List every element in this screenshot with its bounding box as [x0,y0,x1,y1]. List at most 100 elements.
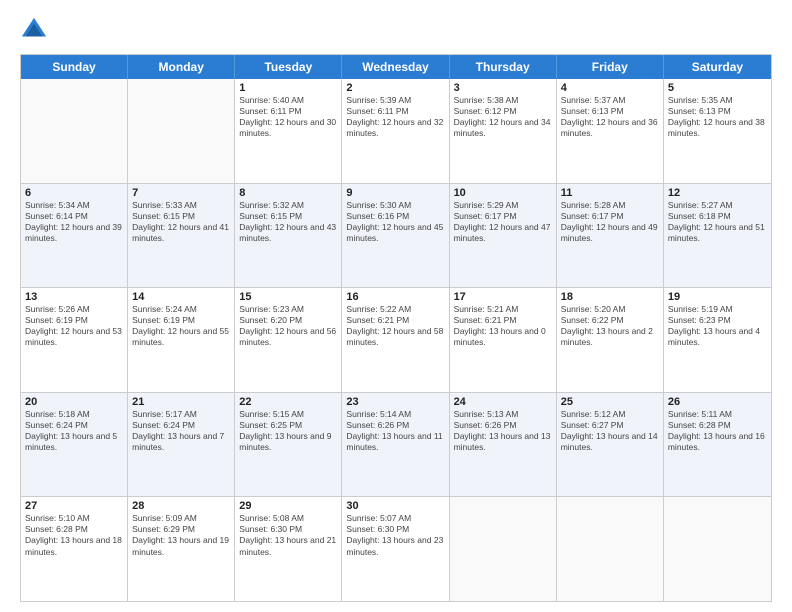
day-number: 5 [668,82,767,94]
day-number: 27 [25,500,123,512]
day-cell-6: 6Sunrise: 5:34 AM Sunset: 6:14 PM Daylig… [21,184,128,288]
day-info: Sunrise: 5:37 AM Sunset: 6:13 PM Dayligh… [561,95,659,139]
day-number: 11 [561,187,659,199]
day-info: Sunrise: 5:10 AM Sunset: 6:28 PM Dayligh… [25,513,123,557]
calendar-row-2: 6Sunrise: 5:34 AM Sunset: 6:14 PM Daylig… [21,183,771,288]
day-number: 8 [239,187,337,199]
day-number: 29 [239,500,337,512]
day-cell-19: 19Sunrise: 5:19 AM Sunset: 6:23 PM Dayli… [664,288,771,392]
day-cell-12: 12Sunrise: 5:27 AM Sunset: 6:18 PM Dayli… [664,184,771,288]
header-day-tuesday: Tuesday [235,55,342,79]
page: SundayMondayTuesdayWednesdayThursdayFrid… [0,0,792,612]
day-cell-29: 29Sunrise: 5:08 AM Sunset: 6:30 PM Dayli… [235,497,342,601]
day-cell-27: 27Sunrise: 5:10 AM Sunset: 6:28 PM Dayli… [21,497,128,601]
day-info: Sunrise: 5:18 AM Sunset: 6:24 PM Dayligh… [25,409,123,453]
day-cell-7: 7Sunrise: 5:33 AM Sunset: 6:15 PM Daylig… [128,184,235,288]
day-info: Sunrise: 5:38 AM Sunset: 6:12 PM Dayligh… [454,95,552,139]
calendar-row-4: 20Sunrise: 5:18 AM Sunset: 6:24 PM Dayli… [21,392,771,497]
day-number: 2 [346,82,444,94]
day-number: 7 [132,187,230,199]
day-info: Sunrise: 5:07 AM Sunset: 6:30 PM Dayligh… [346,513,444,557]
header-day-wednesday: Wednesday [342,55,449,79]
header-day-thursday: Thursday [450,55,557,79]
day-cell-13: 13Sunrise: 5:26 AM Sunset: 6:19 PM Dayli… [21,288,128,392]
day-number: 26 [668,396,767,408]
header-day-monday: Monday [128,55,235,79]
day-number: 15 [239,291,337,303]
day-cell-25: 25Sunrise: 5:12 AM Sunset: 6:27 PM Dayli… [557,393,664,497]
day-number: 24 [454,396,552,408]
day-cell-21: 21Sunrise: 5:17 AM Sunset: 6:24 PM Dayli… [128,393,235,497]
day-cell-5: 5Sunrise: 5:35 AM Sunset: 6:13 PM Daylig… [664,79,771,183]
header-day-friday: Friday [557,55,664,79]
day-info: Sunrise: 5:32 AM Sunset: 6:15 PM Dayligh… [239,200,337,244]
day-number: 9 [346,187,444,199]
day-info: Sunrise: 5:35 AM Sunset: 6:13 PM Dayligh… [668,95,767,139]
day-cell-18: 18Sunrise: 5:20 AM Sunset: 6:22 PM Dayli… [557,288,664,392]
day-info: Sunrise: 5:24 AM Sunset: 6:19 PM Dayligh… [132,304,230,348]
day-number: 16 [346,291,444,303]
day-number: 17 [454,291,552,303]
day-info: Sunrise: 5:33 AM Sunset: 6:15 PM Dayligh… [132,200,230,244]
day-number: 25 [561,396,659,408]
day-number: 13 [25,291,123,303]
day-info: Sunrise: 5:13 AM Sunset: 6:26 PM Dayligh… [454,409,552,453]
day-info: Sunrise: 5:27 AM Sunset: 6:18 PM Dayligh… [668,200,767,244]
calendar-row-3: 13Sunrise: 5:26 AM Sunset: 6:19 PM Dayli… [21,287,771,392]
header-day-saturday: Saturday [664,55,771,79]
day-cell-1: 1Sunrise: 5:40 AM Sunset: 6:11 PM Daylig… [235,79,342,183]
day-info: Sunrise: 5:08 AM Sunset: 6:30 PM Dayligh… [239,513,337,557]
day-cell-28: 28Sunrise: 5:09 AM Sunset: 6:29 PM Dayli… [128,497,235,601]
day-info: Sunrise: 5:20 AM Sunset: 6:22 PM Dayligh… [561,304,659,348]
day-cell-8: 8Sunrise: 5:32 AM Sunset: 6:15 PM Daylig… [235,184,342,288]
empty-cell [21,79,128,183]
day-number: 30 [346,500,444,512]
day-number: 21 [132,396,230,408]
day-cell-3: 3Sunrise: 5:38 AM Sunset: 6:12 PM Daylig… [450,79,557,183]
day-cell-22: 22Sunrise: 5:15 AM Sunset: 6:25 PM Dayli… [235,393,342,497]
day-cell-26: 26Sunrise: 5:11 AM Sunset: 6:28 PM Dayli… [664,393,771,497]
day-number: 10 [454,187,552,199]
day-number: 14 [132,291,230,303]
day-info: Sunrise: 5:12 AM Sunset: 6:27 PM Dayligh… [561,409,659,453]
header [20,16,772,44]
day-number: 12 [668,187,767,199]
day-cell-15: 15Sunrise: 5:23 AM Sunset: 6:20 PM Dayli… [235,288,342,392]
day-info: Sunrise: 5:39 AM Sunset: 6:11 PM Dayligh… [346,95,444,139]
day-info: Sunrise: 5:40 AM Sunset: 6:11 PM Dayligh… [239,95,337,139]
calendar-row-1: 1Sunrise: 5:40 AM Sunset: 6:11 PM Daylig… [21,79,771,183]
day-cell-30: 30Sunrise: 5:07 AM Sunset: 6:30 PM Dayli… [342,497,449,601]
logo-icon [20,16,48,44]
day-number: 18 [561,291,659,303]
day-info: Sunrise: 5:28 AM Sunset: 6:17 PM Dayligh… [561,200,659,244]
day-number: 4 [561,82,659,94]
day-number: 20 [25,396,123,408]
calendar: SundayMondayTuesdayWednesdayThursdayFrid… [20,54,772,602]
day-cell-14: 14Sunrise: 5:24 AM Sunset: 6:19 PM Dayli… [128,288,235,392]
day-info: Sunrise: 5:29 AM Sunset: 6:17 PM Dayligh… [454,200,552,244]
day-info: Sunrise: 5:23 AM Sunset: 6:20 PM Dayligh… [239,304,337,348]
day-cell-9: 9Sunrise: 5:30 AM Sunset: 6:16 PM Daylig… [342,184,449,288]
calendar-body: 1Sunrise: 5:40 AM Sunset: 6:11 PM Daylig… [21,79,771,601]
day-info: Sunrise: 5:17 AM Sunset: 6:24 PM Dayligh… [132,409,230,453]
day-info: Sunrise: 5:11 AM Sunset: 6:28 PM Dayligh… [668,409,767,453]
empty-cell [450,497,557,601]
empty-cell [557,497,664,601]
calendar-header: SundayMondayTuesdayWednesdayThursdayFrid… [21,55,771,79]
day-number: 1 [239,82,337,94]
day-info: Sunrise: 5:26 AM Sunset: 6:19 PM Dayligh… [25,304,123,348]
empty-cell [664,497,771,601]
day-info: Sunrise: 5:19 AM Sunset: 6:23 PM Dayligh… [668,304,767,348]
day-cell-11: 11Sunrise: 5:28 AM Sunset: 6:17 PM Dayli… [557,184,664,288]
day-info: Sunrise: 5:30 AM Sunset: 6:16 PM Dayligh… [346,200,444,244]
day-cell-10: 10Sunrise: 5:29 AM Sunset: 6:17 PM Dayli… [450,184,557,288]
day-number: 22 [239,396,337,408]
empty-cell [128,79,235,183]
day-info: Sunrise: 5:14 AM Sunset: 6:26 PM Dayligh… [346,409,444,453]
day-info: Sunrise: 5:15 AM Sunset: 6:25 PM Dayligh… [239,409,337,453]
day-number: 6 [25,187,123,199]
day-number: 23 [346,396,444,408]
calendar-row-5: 27Sunrise: 5:10 AM Sunset: 6:28 PM Dayli… [21,496,771,601]
day-number: 3 [454,82,552,94]
day-number: 28 [132,500,230,512]
